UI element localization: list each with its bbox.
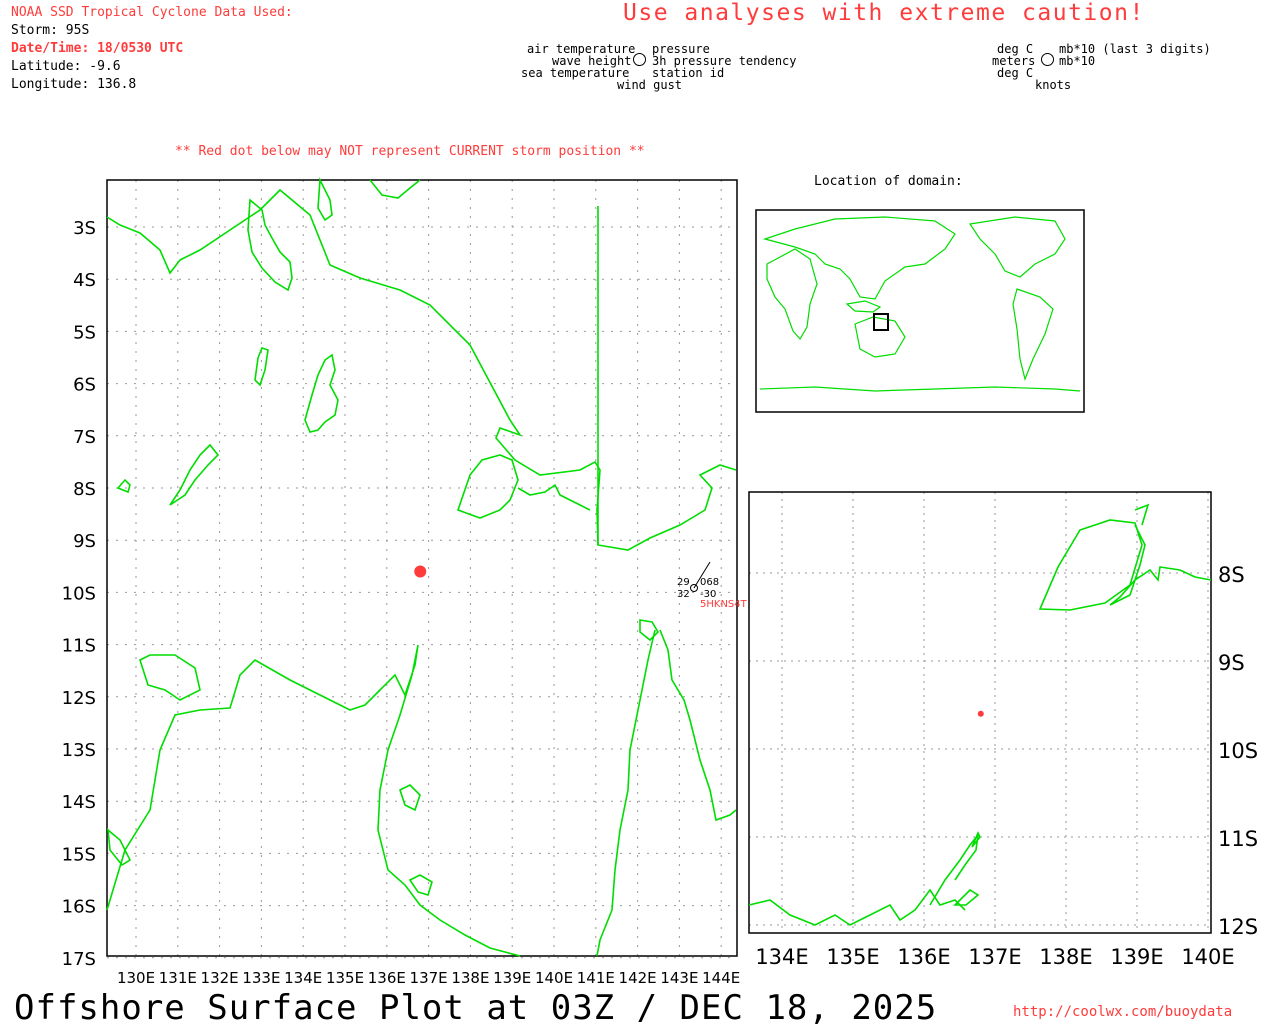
station-air-temp: 29 (677, 577, 690, 588)
coast-cape-york (596, 629, 656, 957)
lat-label: 9S (73, 531, 96, 552)
lat-label: 14S (62, 792, 96, 813)
main-lon-labels: 130E 131E 132E 133E 134E 135E 136E 137E 138E 139E… (117, 969, 740, 987)
zoom-lat-label: 8S (1218, 563, 1245, 587)
lat-label: 11S (62, 636, 96, 657)
unit-deg-c-sea: deg C (997, 66, 1034, 80)
zoom-lon-label: 139E (1110, 945, 1163, 969)
lat-label: 6S (73, 375, 96, 396)
caution-warning: Use analyses with extreme caution! (623, 0, 1145, 26)
inset-world-title: Location of domain: (814, 174, 963, 189)
lon-label: 141E (577, 969, 615, 987)
lat-label: 5S (73, 322, 96, 343)
coast-south-png (517, 483, 591, 511)
storm-longitude: Longitude: 136.8 (11, 77, 137, 92)
zoom-lon-label: 140E (1181, 945, 1234, 969)
lat-label: 13S (62, 740, 96, 761)
lon-label: 132E (201, 969, 239, 987)
zoom-lat-label: 12S (1218, 915, 1258, 939)
coast-wellesley (408, 874, 433, 896)
station-sea-temp: 32 (677, 589, 690, 600)
legend-sea-temperature: sea temperature (521, 66, 630, 80)
lon-label: 138E (451, 969, 489, 987)
coast-kai-islands (254, 347, 269, 387)
data-source-label: NOAA SSD Tropical Cyclone Data Used: (11, 5, 293, 20)
coast-groote (399, 784, 421, 812)
storm-id: Storm: 95S (11, 23, 90, 38)
coast-australia-north (106, 644, 521, 957)
zoom-storm-marker[interactable] (977, 710, 984, 717)
zoom-lon-label: 135E (826, 945, 879, 969)
lat-label: 8S (73, 479, 96, 500)
zoom-lon-label: 134E (755, 945, 808, 969)
coast-inlet (317, 177, 333, 222)
lat-label: 7S (73, 427, 96, 448)
zoom-peninsula (929, 832, 980, 906)
lat-label: 4S (73, 270, 96, 291)
main-map[interactable]: 29 068 32 -30 5HKNS4T 3S4S5S6S7S8S9S10S1… (0, 170, 750, 990)
legend-wind-gust: wind gust (617, 78, 683, 92)
zoom-lon-label: 138E (1039, 945, 1092, 969)
coast-new-guinea-north (106, 188, 737, 551)
lon-label: 142E (619, 969, 657, 987)
lon-label: 134E (284, 969, 322, 987)
lat-label: 17S (62, 949, 96, 970)
zoom-lat-label: 10S (1218, 739, 1258, 763)
coast-cape-york-east (659, 629, 737, 822)
coast-tanimbar (169, 443, 220, 506)
storm-latitude: Latitude: -9.6 (11, 59, 121, 74)
lat-label: 16S (62, 897, 96, 918)
zoom-lat-labels: 8S 9S 10S 11S 12S (1218, 563, 1258, 939)
lon-label: 131E (159, 969, 197, 987)
coast-small-isle-1 (116, 478, 131, 494)
lon-label: 137E (410, 969, 448, 987)
unit-mb10: mb*10 (1059, 54, 1096, 68)
lon-label: 135E (326, 969, 364, 987)
zoom-inset-map[interactable]: 8S 9S 10S 11S 12S 134E 135E 136E 137E 138E 139E 14… (740, 485, 1280, 975)
coast-frederik-hendrik (456, 454, 519, 519)
main-lat-labels: 3S 4S 5S 6S 7S 8S 9S 10S 11S 12S 13S 14S 15S 16S 17S (62, 218, 96, 970)
plot-title: Offshore Surface Plot at 03Z / DEC 18, 2… (14, 988, 938, 1028)
lon-label: 139E (493, 969, 531, 987)
coast-aru-islands (304, 353, 339, 433)
zoom-lat-label: 9S (1218, 651, 1245, 675)
lon-label: 140E (535, 969, 573, 987)
lat-label: 15S (62, 844, 96, 865)
lat-label: 3S (73, 218, 96, 239)
lat-label: 10S (62, 583, 96, 604)
lon-label: 144E (702, 969, 740, 987)
zoom-lon-label: 136E (897, 945, 950, 969)
coast-tiwi (139, 654, 201, 701)
coast-peninsula (369, 179, 421, 199)
storm-position-note: ** Red dot below may NOT represent CURRE… (175, 144, 645, 159)
zoom-australia (748, 888, 966, 926)
world-locator-map[interactable] (755, 209, 1087, 415)
coast-torres-islands (639, 619, 660, 642)
world-map-frame (755, 209, 1085, 413)
lon-label: 143E (660, 969, 698, 987)
unit-knots: knots (1035, 78, 1072, 92)
source-url-link[interactable]: http://coolwx.com/buoydata (1013, 1004, 1232, 1020)
zoom-lon-label: 137E (968, 945, 1021, 969)
station-circle-icon (633, 53, 646, 66)
storm-position-marker[interactable] (414, 565, 427, 578)
lon-label: 136E (368, 969, 406, 987)
station-pressure: 068 (700, 577, 719, 588)
units-circle-icon (1041, 53, 1054, 66)
zoom-lon-labels: 134E 135E 136E 137E 138E 139E 140E (755, 945, 1234, 969)
zoom-lat-label: 11S (1218, 827, 1258, 851)
lon-label: 130E (117, 969, 155, 987)
lon-label: 133E (242, 969, 280, 987)
zoom-coast-line (1109, 524, 1212, 606)
storm-datetime: Date/Time: 18/0530 UTC (11, 41, 184, 56)
lat-label: 12S (62, 688, 96, 709)
